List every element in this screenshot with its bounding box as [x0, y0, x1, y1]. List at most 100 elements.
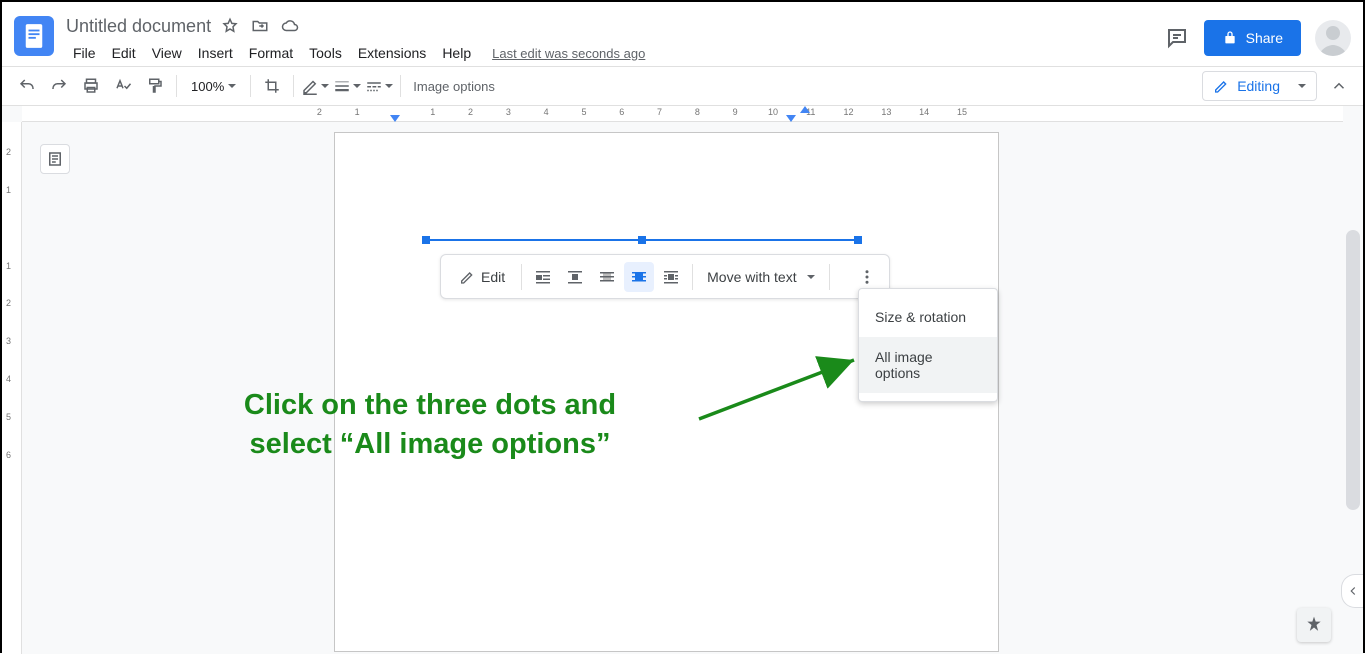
wrap-behind-button[interactable] [592, 262, 622, 292]
wrap-around-button[interactable] [656, 262, 686, 292]
ruler-number: 2 [317, 107, 322, 117]
tab-marker[interactable] [800, 106, 810, 113]
ruler-horizontal[interactable]: 21123456789101112131415 [22, 106, 1343, 122]
ruler-number: 6 [619, 107, 624, 117]
ruler-number: 14 [919, 107, 929, 117]
ruler-number: 6 [6, 450, 11, 460]
border-dash-button[interactable] [364, 72, 394, 100]
zoom-dropdown[interactable]: 100% [183, 79, 244, 94]
annotation-text: Click on the three dots and select “All … [150, 386, 710, 464]
document-outline-button[interactable] [40, 144, 70, 174]
menu-file[interactable]: File [66, 43, 103, 63]
hide-menus-button[interactable] [1325, 72, 1353, 100]
ruler-number: 9 [733, 107, 738, 117]
ruler-number: 5 [6, 412, 11, 422]
print-button[interactable] [76, 72, 106, 100]
divider [250, 75, 251, 97]
share-label: Share [1246, 30, 1283, 46]
caret-icon [385, 84, 393, 88]
caret-icon [321, 84, 329, 88]
crop-image-button[interactable] [257, 72, 287, 100]
menu-help[interactable]: Help [435, 43, 478, 63]
menu-insert[interactable]: Insert [191, 43, 240, 63]
wrap-inline-button[interactable] [528, 262, 558, 292]
main-toolbar: 100% Image options Editing [2, 66, 1363, 106]
ruler-number: 5 [581, 107, 586, 117]
zoom-value: 100% [191, 79, 224, 94]
image-options-button[interactable]: Image options [413, 79, 495, 94]
spellcheck-button[interactable] [108, 72, 138, 100]
wrap-front-button[interactable] [624, 262, 654, 292]
resize-handle-left[interactable] [422, 236, 430, 244]
doc-title[interactable]: Untitled document [66, 16, 211, 37]
menu-item-all-image-options[interactable]: All image options [859, 337, 997, 393]
border-color-button[interactable] [300, 72, 330, 100]
ruler-number: 1 [430, 107, 435, 117]
selected-image-frame[interactable] [426, 239, 858, 241]
divider [521, 264, 522, 290]
ruler-number: 13 [881, 107, 891, 117]
ruler-number: 3 [506, 107, 511, 117]
undo-button[interactable] [12, 72, 42, 100]
caret-icon [807, 275, 815, 279]
star-icon[interactable] [221, 17, 239, 35]
redo-button[interactable] [44, 72, 74, 100]
paint-format-button[interactable] [140, 72, 170, 100]
more-options-button[interactable] [853, 263, 881, 291]
position-dropdown[interactable]: Move with text [699, 269, 822, 285]
menu-tools[interactable]: Tools [302, 43, 349, 63]
menubar: File Edit View Insert Format Tools Exten… [66, 42, 1164, 64]
position-label: Move with text [707, 269, 796, 285]
divider [692, 264, 693, 290]
ruler-number: 15 [957, 107, 967, 117]
edit-image-button[interactable]: Edit [449, 265, 515, 289]
menu-extensions[interactable]: Extensions [351, 43, 433, 63]
resize-handle-right[interactable] [854, 236, 862, 244]
caret-icon [228, 84, 236, 88]
annotation-line2: select “All image options” [150, 425, 710, 464]
resize-handle-mid[interactable] [638, 236, 646, 244]
annotation-arrow [694, 336, 874, 426]
left-indent-marker[interactable] [390, 115, 400, 122]
border-weight-button[interactable] [332, 72, 362, 100]
ruler-number: 1 [355, 107, 360, 117]
annotation-line1: Click on the three dots and [150, 386, 710, 425]
wrap-break-button[interactable] [560, 262, 590, 292]
move-folder-icon[interactable] [251, 17, 269, 35]
ruler-number: 4 [544, 107, 549, 117]
editing-mode-dropdown[interactable]: Editing [1202, 71, 1317, 101]
menu-view[interactable]: View [145, 43, 189, 63]
ruler-number: 2 [6, 298, 11, 308]
ruler-number: 4 [6, 374, 11, 384]
ruler-number: 8 [695, 107, 700, 117]
ruler-number: 2 [6, 147, 11, 157]
ruler-vertical[interactable]: 21123456 [2, 122, 22, 654]
edit-label: Edit [481, 269, 505, 285]
ruler-number: 12 [844, 107, 854, 117]
menu-item-size-rotation[interactable]: Size & rotation [859, 297, 997, 337]
comment-history-icon[interactable] [1164, 25, 1190, 51]
ruler-number: 1 [6, 261, 11, 271]
menu-edit[interactable]: Edit [105, 43, 143, 63]
image-floating-toolbar: Edit Move with text [440, 254, 890, 299]
ruler-number: 10 [768, 107, 778, 117]
docs-logo[interactable] [14, 16, 54, 56]
image-more-options-menu: Size & rotation All image options [858, 288, 998, 402]
vertical-scrollbar[interactable] [1346, 230, 1360, 510]
ruler-number: 3 [6, 336, 11, 346]
avatar[interactable] [1315, 20, 1351, 56]
side-panel-toggle[interactable] [1341, 574, 1363, 608]
right-indent-marker[interactable] [786, 115, 796, 122]
ruler-number: 2 [468, 107, 473, 117]
last-edit-link[interactable]: Last edit was seconds ago [492, 46, 645, 61]
divider [293, 75, 294, 97]
cloud-status-icon[interactable] [281, 17, 299, 35]
ruler-number: 7 [657, 107, 662, 117]
explore-button[interactable] [1297, 608, 1331, 642]
caret-icon [1298, 84, 1306, 88]
share-button[interactable]: Share [1204, 20, 1301, 56]
divider [829, 264, 830, 290]
menu-format[interactable]: Format [242, 43, 300, 63]
caret-icon [353, 84, 361, 88]
editing-label: Editing [1237, 78, 1280, 94]
